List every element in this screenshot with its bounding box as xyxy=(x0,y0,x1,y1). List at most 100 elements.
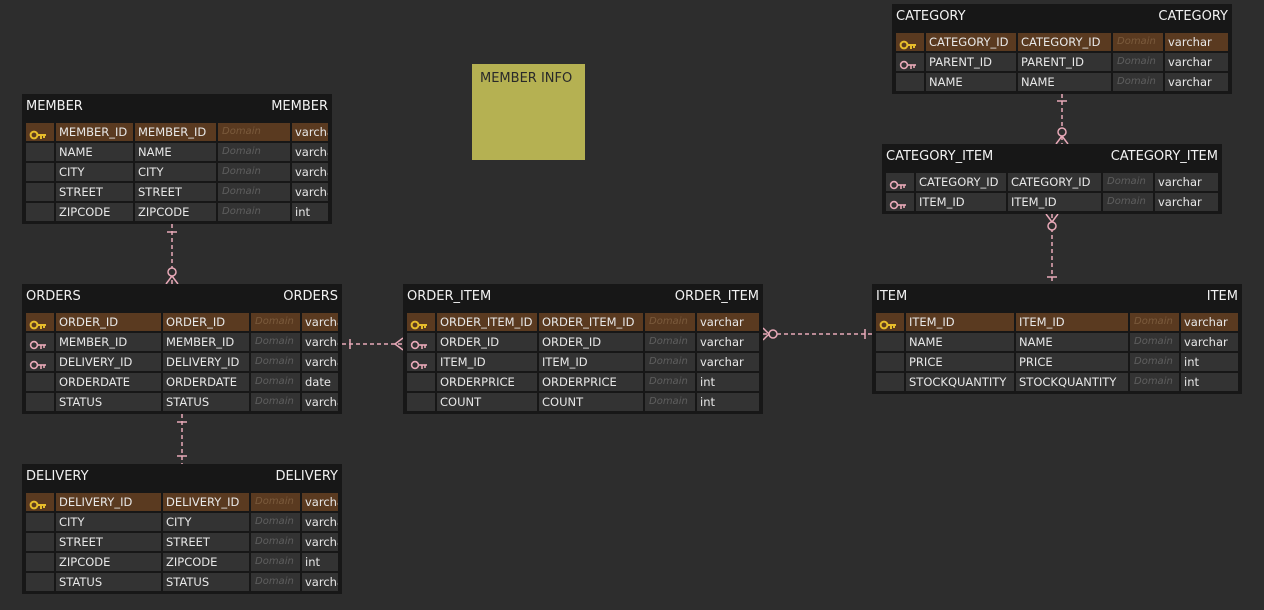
column-row[interactable]: COUNT COUNT Domain int xyxy=(403,392,763,412)
entity-logical-name: ORDER_ITEM xyxy=(407,289,492,304)
entity-header[interactable]: ITEM ITEM xyxy=(872,284,1242,310)
entity-category[interactable]: CATEGORY CATEGORY CATEGORY_ID CATEGORY_ID Do… xyxy=(892,4,1232,94)
column-row[interactable]: STREETSTREETDomainvarchar xyxy=(22,182,332,202)
column-row[interactable]: CATEGORY_ID CATEGORY_ID Domain varchar xyxy=(892,32,1232,52)
column-row[interactable]: STATUSSTATUSDomainvarchar xyxy=(22,572,342,592)
entity-orders[interactable]: ORDERSORDERSORDER_IDORDER_IDDomainvarcha… xyxy=(22,284,342,414)
entity-header[interactable]: DELIVERY DELIVERY xyxy=(22,464,342,490)
column-domain: Domain xyxy=(218,163,290,181)
column-physical-name: ZIPCODE xyxy=(135,203,216,221)
primary-key-icon xyxy=(29,127,47,141)
key-cell xyxy=(876,313,904,331)
key-cell xyxy=(26,493,54,511)
column-domain: Domain xyxy=(1130,373,1179,391)
key-cell xyxy=(896,53,924,71)
column-type: int xyxy=(697,373,759,391)
relationship-item-order-item[interactable] xyxy=(762,327,872,341)
column-row[interactable]: NAMENAMEDomainvarchar xyxy=(872,332,1242,352)
column-type: int xyxy=(697,393,759,411)
entity-header[interactable]: MEMBER MEMBER xyxy=(22,94,332,120)
entity-item[interactable]: ITEM ITEM ITEM_ID ITEM_ID Domain varchar NAME N… xyxy=(872,284,1242,394)
column-logical-name: STATUS xyxy=(56,393,161,411)
entity-header[interactable]: ORDER_ITEM ORDER_ITEM xyxy=(403,284,763,310)
column-logical-name: STREET xyxy=(56,533,161,551)
column-domain: Domain xyxy=(1113,33,1163,51)
column-row[interactable]: ORDER_IDORDER_IDDomainvarchar xyxy=(403,332,763,352)
entity-category-item[interactable]: CATEGORY_ITEM CATEGORY_ITEM CATEGORY_ID CAT… xyxy=(882,144,1222,214)
column-row[interactable]: NAMENAMEDomainvarchar xyxy=(892,72,1232,92)
relationship-item-category-item[interactable] xyxy=(1045,213,1059,284)
column-row[interactable]: STOCKQUANTITY STOCKQUANTITY Domain int xyxy=(872,372,1242,392)
column-domain: Domain xyxy=(251,393,300,411)
relationship-category-category-item[interactable] xyxy=(1055,94,1069,145)
column-logical-name: PRICE xyxy=(906,353,1014,371)
column-physical-name: NAME xyxy=(1016,333,1128,351)
column-domain: Domain xyxy=(218,123,290,141)
relationship-member-orders[interactable] xyxy=(165,224,179,285)
primary-key-icon xyxy=(879,317,897,331)
column-domain: Domain xyxy=(1103,193,1153,211)
column-row[interactable]: ZIPCODE ZIPCODE Domain int xyxy=(22,202,332,222)
column-type: varchar xyxy=(1155,193,1218,211)
column-type: int xyxy=(1181,373,1238,391)
entity-physical-name: ORDERS xyxy=(283,289,338,304)
column-logical-name: NAME xyxy=(926,73,1016,91)
column-row[interactable]: ORDERDATE ORDERDATE Domain date xyxy=(22,372,342,392)
column-row[interactable]: CITYCITYDomainvarchar xyxy=(22,162,332,182)
column-domain: Domain xyxy=(645,333,695,351)
key-cell xyxy=(26,143,54,161)
column-row[interactable]: ITEM_ID ITEM_ID Domain varchar xyxy=(882,192,1222,212)
column-domain: Domain xyxy=(645,393,695,411)
column-type: varchar xyxy=(1165,73,1228,91)
entity-member[interactable]: MEMBER MEMBER MEMBER_ID MEMBER_ID Domain varc… xyxy=(22,94,332,224)
column-row[interactable]: ORDERPRICE ORDERPRICE Domain int xyxy=(403,372,763,392)
entity-delivery[interactable]: DELIVERY DELIVERY DELIVERY_ID DELIVERY_ID Do… xyxy=(22,464,342,594)
entity-header[interactable]: CATEGORY CATEGORY xyxy=(892,4,1232,30)
column-row[interactable]: MEMBER_IDMEMBER_IDDomainvarchar xyxy=(22,122,332,142)
column-logical-name: PARENT_ID xyxy=(926,53,1016,71)
column-row[interactable]: CITYCITYDomainvarchar xyxy=(22,512,342,532)
note-member-info[interactable]: MEMBER INFO xyxy=(472,64,585,160)
key-cell xyxy=(407,353,435,371)
column-row[interactable]: ORDER_IDORDER_IDDomainvarchar xyxy=(22,312,342,332)
column-row[interactable]: PARENT_ID PARENT_ID Domain varchar xyxy=(892,52,1232,72)
column-domain: Domain xyxy=(1130,333,1179,351)
column-type: varchar xyxy=(302,333,338,351)
column-logical-name: ZIPCODE xyxy=(56,553,161,571)
column-row[interactable]: DELIVERY_IDDELIVERY_IDDomainvarchar xyxy=(22,492,342,512)
column-domain: Domain xyxy=(251,493,300,511)
entity-header[interactable]: CATEGORY_ITEM CATEGORY_ITEM xyxy=(882,144,1222,170)
column-physical-name: ORDER_ITEM_ID xyxy=(539,313,643,331)
column-row[interactable]: ORDER_ITEM_ID ORDER_ITEM_ID Domain varchar xyxy=(403,312,763,332)
column-row[interactable]: ITEM_ID ITEM_ID Domain varchar xyxy=(403,352,763,372)
key-cell xyxy=(407,333,435,351)
column-row[interactable]: STATUSSTATUSDomainvarchar xyxy=(22,392,342,412)
column-logical-name: ORDERDATE xyxy=(56,373,161,391)
column-logical-name: ORDER_ID xyxy=(56,313,161,331)
key-cell xyxy=(26,333,54,351)
relationship-orders-order-item[interactable] xyxy=(342,337,404,351)
entity-header[interactable]: ORDERS ORDERS xyxy=(22,284,342,310)
foreign-key-icon xyxy=(410,357,428,371)
column-type: varchar xyxy=(292,183,328,201)
column-type: varchar xyxy=(697,313,759,331)
column-logical-name: COUNT xyxy=(437,393,537,411)
column-row[interactable]: DELIVERY_IDDELIVERY_IDDomainvarchar xyxy=(22,352,342,372)
column-row[interactable]: STREETSTREETDomainvarchar xyxy=(22,532,342,552)
column-row[interactable]: PRICE PRICE Domain int xyxy=(872,352,1242,372)
primary-key-icon xyxy=(899,37,917,51)
column-domain: Domain xyxy=(1113,73,1163,91)
column-logical-name: STREET xyxy=(56,183,133,201)
relationship-delivery-orders[interactable] xyxy=(177,414,187,464)
column-physical-name: ORDER_ID xyxy=(163,313,249,331)
key-cell xyxy=(876,373,904,391)
primary-key-icon xyxy=(29,317,47,331)
column-row[interactable]: NAMENAMEDomainvarchar xyxy=(22,142,332,162)
entity-order-item[interactable]: ORDER_ITEM ORDER_ITEM ORDER_ITEM_ID ORDER_I… xyxy=(403,284,763,414)
column-row[interactable]: CATEGORY_ID CATEGORY_ID Domain varchar xyxy=(882,172,1222,192)
primary-key-icon xyxy=(410,317,428,331)
column-row[interactable]: ZIPCODE ZIPCODE Domain int xyxy=(22,552,342,572)
column-row[interactable]: ITEM_ID ITEM_ID Domain varchar xyxy=(872,312,1242,332)
entity-logical-name: DELIVERY xyxy=(26,469,89,484)
column-row[interactable]: MEMBER_IDMEMBER_IDDomainvarchar xyxy=(22,332,342,352)
